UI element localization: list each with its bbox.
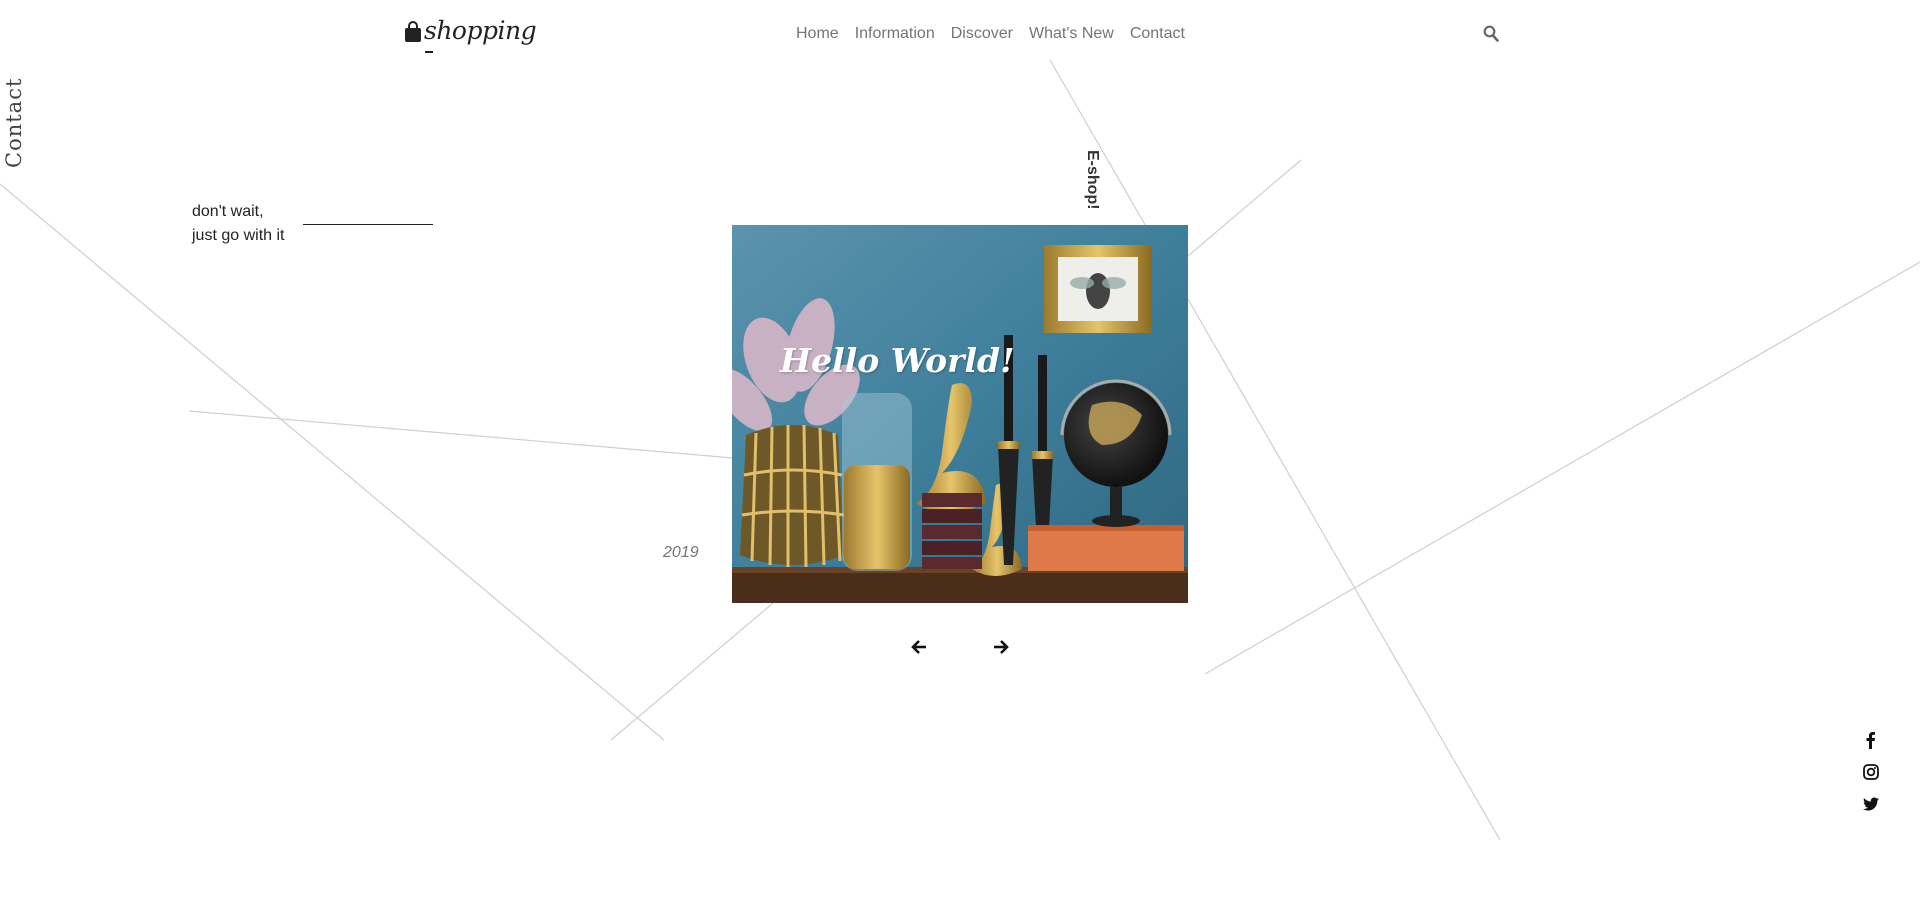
hero-illustration: [732, 225, 1188, 603]
nav-item-home[interactable]: Home: [796, 25, 839, 43]
logo-text: shopping: [424, 16, 537, 45]
facebook-icon[interactable]: [1862, 731, 1880, 749]
deco-line: [188, 410, 734, 459]
shopping-bag-icon: [405, 21, 421, 42]
eshop-vertical-label: E-shop!: [1084, 150, 1101, 210]
instagram-icon[interactable]: [1862, 763, 1880, 781]
tagline: don't wait, just go with it: [192, 200, 284, 248]
arrow-left-icon[interactable]: [910, 638, 928, 656]
hero-image: Hello World!: [732, 225, 1188, 603]
arrow-right-icon[interactable]: [992, 638, 1010, 656]
hero-title: Hello World!: [780, 341, 1015, 380]
nav-item-contact[interactable]: Contact: [1130, 25, 1185, 43]
year-label: 2019: [663, 544, 699, 561]
nav-item-discover[interactable]: Discover: [951, 25, 1013, 43]
main-nav: Home Information Discover What's New Con…: [796, 25, 1185, 43]
deco-line: [0, 183, 665, 741]
nav-item-information[interactable]: Information: [855, 25, 935, 43]
page: shopping Home Information Discover What'…: [0, 0, 1920, 900]
side-contact-label[interactable]: Contact: [2, 78, 26, 168]
twitter-icon[interactable]: [1862, 795, 1880, 813]
brand-logo[interactable]: shopping: [404, 16, 537, 45]
nav-item-whats-new[interactable]: What's New: [1029, 25, 1114, 43]
deco-line: [1204, 261, 1920, 675]
tagline-line-1: don't wait,: [192, 203, 264, 220]
tagline-rule: [303, 224, 433, 225]
tagline-line-2: just go with it: [192, 227, 285, 244]
search-icon[interactable]: [1483, 25, 1499, 42]
logo-underline: [425, 51, 433, 53]
deco-line: [610, 602, 774, 741]
deco-line: [1187, 159, 1302, 257]
